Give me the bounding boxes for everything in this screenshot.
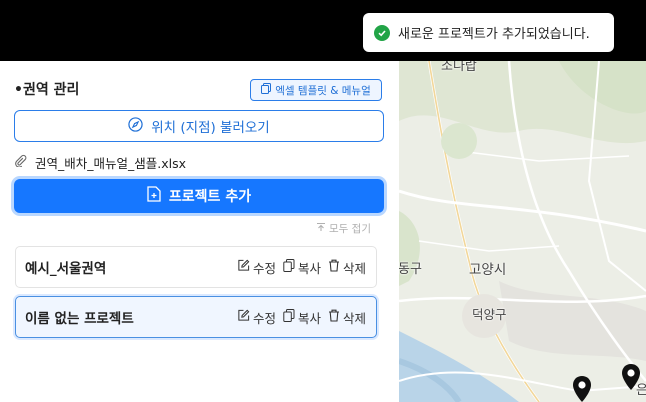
excel-template-manual-button[interactable]: 엑셀 템플릿 & 메뉴얼 [250, 79, 382, 101]
copy-icon [283, 309, 298, 325]
load-locations-button[interactable]: 위치 (지점) 불러오기 [14, 110, 384, 142]
copy-icon [283, 259, 298, 275]
map-label-left: 동구 [399, 262, 422, 277]
copy-label: 복사 [297, 260, 321, 276]
collapse-icon [316, 222, 329, 235]
collapse-all-button[interactable]: 모두 접기 [316, 221, 371, 236]
delete-label: 삭제 [342, 260, 366, 276]
toast-message: 새로운 프로젝트가 추가되었습니다. [398, 27, 590, 42]
map-base [399, 61, 646, 402]
map-label-goyang: 고양시 [469, 262, 507, 278]
collapse-all-label: 모두 접기 [329, 223, 371, 235]
toast-notification: 새로운 프로젝트가 추가되었습니다. [363, 13, 614, 52]
copy-button[interactable]: 복사 [283, 308, 321, 327]
check-circle-icon [374, 24, 390, 41]
compass-icon [128, 116, 151, 136]
project-item-selected[interactable]: 이름 없는 프로젝트 수정 복사 삭제 [15, 296, 377, 338]
add-project-button[interactable]: 프로젝트 추가 [14, 179, 384, 213]
delete-label: 삭제 [342, 310, 366, 326]
attached-file[interactable]: 권역_배차_매뉴얼_샘플.xlsx [14, 153, 186, 171]
delete-button[interactable]: 삭제 [328, 308, 366, 327]
map-label-deogyang: 덕양구 [472, 307, 507, 322]
load-button-label: 위치 (지점) 불러오기 [151, 120, 270, 136]
edit-icon [237, 259, 253, 275]
map-label-top: 소나랍 [441, 61, 477, 74]
edit-label: 수정 [252, 260, 276, 276]
attached-file-name: 권역_배차_매뉴얼_샘플.xlsx [35, 155, 187, 171]
paperclip-icon [14, 154, 35, 170]
copy-label: 복사 [297, 310, 321, 326]
map-pin-icon[interactable] [572, 375, 592, 402]
manual-button-label: 엑셀 템플릿 & 메뉴얼 [275, 84, 371, 97]
copy-button[interactable]: 복사 [283, 258, 321, 277]
map-pin-icon[interactable] [621, 363, 641, 395]
project-name: 이름 없는 프로젝트 [25, 311, 134, 327]
edit-icon [237, 309, 253, 325]
trash-icon [328, 309, 343, 325]
region-panel: •권역 관리 엑셀 템플릿 & 메뉴얼 위치 (지점) 불러오기 권역_배차_매… [0, 61, 399, 402]
copy-icon [261, 83, 275, 97]
trash-icon [328, 259, 343, 275]
project-item[interactable]: 예시_서울권역 수정 복사 삭제 [15, 246, 377, 288]
file-plus-icon [147, 186, 169, 206]
project-name: 예시_서울권역 [25, 261, 107, 277]
edit-button[interactable]: 수정 [237, 308, 276, 327]
delete-button[interactable]: 삭제 [328, 258, 366, 277]
edit-button[interactable]: 수정 [237, 258, 276, 277]
edit-label: 수정 [252, 310, 276, 326]
section-title: •권역 관리 [14, 82, 80, 98]
add-project-label: 프로젝트 추가 [168, 189, 252, 205]
map-view[interactable]: 소나랍 동구 고양시 덕양구 은 [399, 61, 646, 402]
